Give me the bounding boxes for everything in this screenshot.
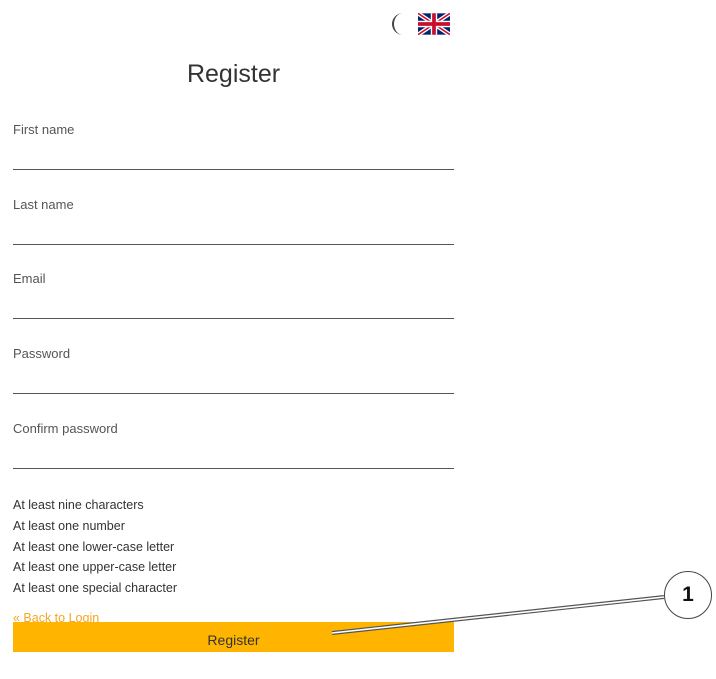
confirm-password-label: Confirm password xyxy=(13,421,118,436)
email-field: Email xyxy=(13,271,454,319)
last-name-input[interactable] xyxy=(13,219,454,245)
first-name-input[interactable] xyxy=(13,144,454,170)
first-name-field: First name xyxy=(13,122,454,170)
email-input[interactable] xyxy=(13,293,454,319)
register-page: Register First name Last name Email Pass… xyxy=(0,0,716,679)
password-label: Password xyxy=(13,346,71,361)
password-rule: At least one upper-case letter xyxy=(13,560,177,575)
password-field: Password xyxy=(13,346,454,394)
password-rule: At least one special character xyxy=(13,581,177,596)
top-toolbar xyxy=(388,12,450,36)
password-rule: At least nine characters xyxy=(13,498,144,512)
first-name-label: First name xyxy=(13,122,75,137)
confirm-password-input[interactable] xyxy=(13,443,454,469)
callout-badge: 1 xyxy=(664,571,712,619)
moon-icon[interactable] xyxy=(388,12,410,36)
last-name-field: Last name xyxy=(13,197,454,245)
last-name-label: Last name xyxy=(13,197,74,212)
page-title: Register xyxy=(186,60,281,88)
password-rules-list: At least nine characters At least one nu… xyxy=(13,495,177,599)
confirm-password-field: Confirm password xyxy=(13,421,454,469)
password-input[interactable] xyxy=(13,368,454,394)
password-rule: At least one lower-case letter xyxy=(13,539,175,554)
password-rule: At least one number xyxy=(13,518,125,533)
uk-flag-icon[interactable] xyxy=(418,13,450,35)
email-label: Email xyxy=(13,271,46,286)
register-button[interactable]: Register xyxy=(13,622,454,652)
